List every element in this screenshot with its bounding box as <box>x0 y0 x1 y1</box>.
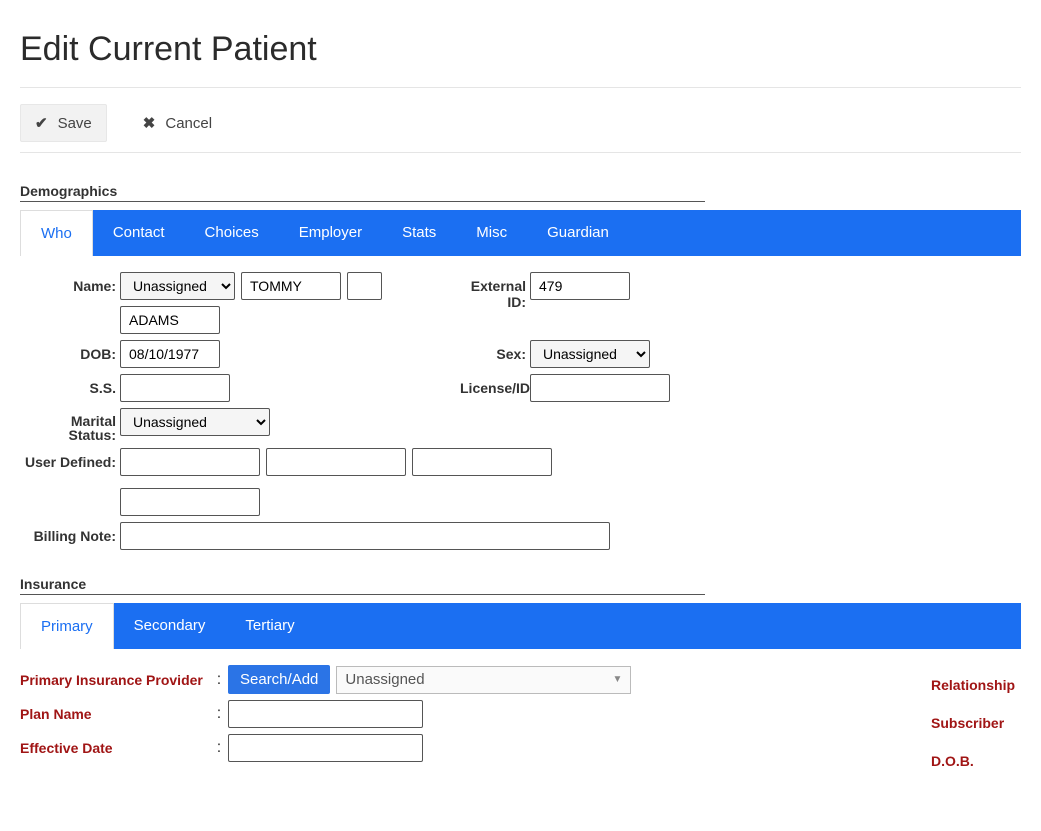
provider-selected-text: Unassigned <box>345 671 424 688</box>
name-label: Name: <box>20 272 120 294</box>
check-icon: ✔ <box>35 114 48 132</box>
demographics-underline <box>20 201 705 202</box>
insurance-underline <box>20 594 705 595</box>
effective-colon: : <box>216 739 222 757</box>
plan-name-input[interactable] <box>228 700 423 728</box>
effective-date-label: Effective Date <box>20 740 210 756</box>
ssn-label: S.S. <box>20 374 120 396</box>
user-defined-4-input[interactable] <box>120 488 260 516</box>
tab-secondary[interactable]: Secondary <box>114 603 226 649</box>
tab-contact[interactable]: Contact <box>93 210 185 256</box>
cancel-button[interactable]: ✖ Cancel <box>129 105 226 141</box>
first-name-input[interactable] <box>241 272 341 300</box>
save-button[interactable]: ✔ Save <box>20 104 107 142</box>
user-defined-3-input[interactable] <box>412 448 552 476</box>
last-name-input[interactable] <box>120 306 220 334</box>
tab-primary[interactable]: Primary <box>20 603 114 649</box>
tab-who[interactable]: Who <box>20 210 93 256</box>
effective-date-input[interactable] <box>228 734 423 762</box>
search-add-button[interactable]: Search/Add <box>228 665 330 694</box>
user-defined-label: User Defined: <box>20 448 120 470</box>
billing-note-input[interactable] <box>120 522 610 550</box>
dob-input[interactable] <box>120 340 220 368</box>
insurance-tabs: Primary Secondary Tertiary <box>20 603 1021 649</box>
marital-select[interactable]: Unassigned <box>120 408 270 436</box>
plan-colon: : <box>216 705 222 723</box>
sex-select[interactable]: Unassigned <box>530 340 650 368</box>
tab-employer[interactable]: Employer <box>279 210 382 256</box>
chevron-down-icon: ▼ <box>612 674 622 685</box>
middle-name-input[interactable] <box>347 272 382 300</box>
tab-stats[interactable]: Stats <box>382 210 456 256</box>
cancel-button-label: Cancel <box>165 115 212 132</box>
dob-label: DOB: <box>20 340 120 362</box>
external-id-input[interactable] <box>530 272 630 300</box>
name-title-select[interactable]: Unassigned <box>120 272 235 300</box>
sex-label: Sex: <box>460 340 530 362</box>
user-defined-2-input[interactable] <box>266 448 406 476</box>
provider-colon: : <box>216 671 222 689</box>
license-input[interactable] <box>530 374 670 402</box>
license-label: License/ID: <box>460 374 530 396</box>
relationship-label: Relationship <box>931 677 1021 693</box>
marital-label: Marital Status: <box>20 408 120 442</box>
subscriber-label: Subscriber <box>931 715 1021 731</box>
save-button-label: Save <box>58 115 92 132</box>
demographics-heading: Demographics <box>20 183 1021 199</box>
billing-note-label: Billing Note: <box>20 522 120 544</box>
insurance-heading: Insurance <box>20 576 1021 592</box>
insurance-section: Insurance Primary Secondary Tertiary Pri… <box>20 576 1021 791</box>
ssn-input[interactable] <box>120 374 230 402</box>
close-icon: ✖ <box>143 114 156 132</box>
title-divider <box>20 87 1021 88</box>
provider-label: Primary Insurance Provider <box>20 672 210 688</box>
provider-select[interactable]: Unassigned ▼ <box>336 666 631 694</box>
external-id-label: External ID: <box>460 272 530 310</box>
actions-divider <box>20 152 1021 153</box>
user-defined-1-input[interactable] <box>120 448 260 476</box>
tab-tertiary[interactable]: Tertiary <box>225 603 314 649</box>
plan-label: Plan Name <box>20 706 210 722</box>
tab-misc[interactable]: Misc <box>456 210 527 256</box>
tab-choices[interactable]: Choices <box>185 210 279 256</box>
demographics-section: Demographics Who Contact Choices Employe… <box>20 183 1021 550</box>
tab-guardian[interactable]: Guardian <box>527 210 629 256</box>
demographics-tabs: Who Contact Choices Employer Stats Misc … <box>20 210 1021 256</box>
page-title: Edit Current Patient <box>20 30 1021 69</box>
dob-right-label: D.O.B. <box>931 753 1021 769</box>
